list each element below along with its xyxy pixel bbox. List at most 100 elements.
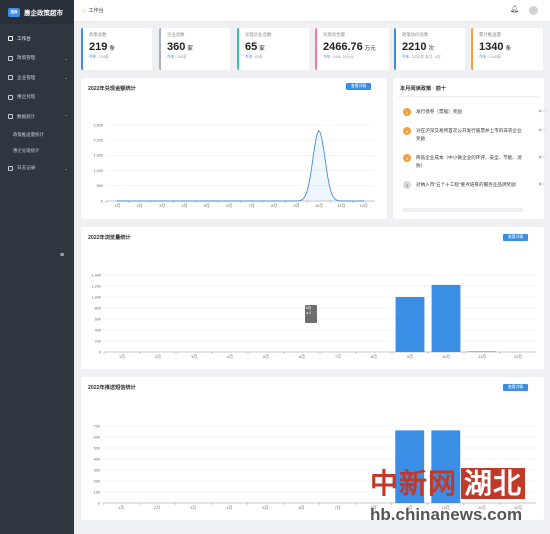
- chevron-up-icon: ⌃: [64, 114, 68, 120]
- x-tick-label: 5月: [263, 354, 269, 359]
- ranking-item[interactable]: 4 对纳入市"五个十工程"重点培育的服务业品牌奖励 ◉ 1: [403, 181, 545, 189]
- brand[interactable]: 招商 惠企政策超市: [0, 0, 74, 24]
- y-tick-label: 400: [94, 457, 100, 461]
- data-point: [139, 200, 141, 202]
- policy-title: 降低企业成本（中小微企业的环评、安全、节能、消防）: [416, 155, 522, 168]
- x-tick-label: 9月: [407, 354, 413, 359]
- y-tick-label: 0: [98, 501, 100, 505]
- x-tick-label: 9月: [294, 203, 300, 208]
- sidebar-item-label: 企业管理: [17, 74, 36, 80]
- x-tick-label: 4月: [227, 354, 233, 359]
- sidebar-item-label: 数据统计: [17, 113, 36, 119]
- policy-title: 发行债券（票据）奖励: [416, 109, 462, 114]
- x-tick-label: 3月: [190, 505, 196, 510]
- stat-value: 219 条: [89, 41, 115, 53]
- amount-area-chart: 0 500 1,000 1,500 2,000 2,500 1月 2月 3月 4月 5月 6月 7月 8月…: [93, 123, 375, 208]
- sidebar-item-redeem[interactable]: 惠企兑现: [0, 88, 74, 108]
- bar: [467, 351, 497, 352]
- read-count: ◉ 1: [538, 182, 546, 186]
- x-tick-label: 3月: [191, 354, 197, 359]
- sidebar-subitem-redeem-stats[interactable]: 惠企兑现统计: [0, 143, 74, 159]
- x-tick-label: 10月: [315, 203, 323, 208]
- stat-card-redeem-amount[interactable]: 兑现总金额 2466.76 万元 今年: 2466.76万元: [315, 28, 389, 70]
- y-tick-label: 0: [99, 350, 101, 354]
- rank-badge: 1: [403, 108, 411, 116]
- x-tick-label: 7月: [335, 505, 341, 510]
- y-tick-label: 1,200: [91, 284, 101, 288]
- ranking-item[interactable]: 1 发行债券（票据）奖励 ◉ 1: [403, 108, 545, 116]
- y-tick-label: 800: [95, 306, 101, 310]
- sidebar-item-label: 日志记录: [17, 165, 36, 171]
- x-tick-label: 2月: [155, 354, 161, 359]
- stat-sub: 今年: 65家: [245, 55, 263, 59]
- chevron-down-icon: ⌄: [64, 75, 68, 81]
- topbar: ⌂ 工作台 🔔︎: [74, 0, 550, 22]
- policy-title: 对在沪深交易所首次公开发行股票并上市的非农企业奖励: [416, 128, 522, 141]
- sidebar-subitem-push-stats[interactable]: 政策推送量统计: [0, 127, 74, 143]
- menu-collapse-icon[interactable]: ≡: [60, 252, 64, 259]
- stat-value: 360 家: [167, 41, 193, 53]
- data-point: [228, 200, 230, 202]
- stat-card-policy-visits[interactable]: 政策访问总数 2210 次 今年: 2210次 本月: 5次: [394, 28, 465, 70]
- y-tick-label: 300: [94, 468, 100, 472]
- y-tick-label: 600: [95, 317, 101, 321]
- amount-chart-panel: 2022年兑现金额统计 查看详情 0 500 1,000 1,500 2,000 2,50…: [81, 78, 387, 219]
- sidebar: 招商 惠企政策超市 工作台 政策管理 ⌄ 企业管理 ⌄ 惠企兑现 数据统计 ⌃ …: [0, 0, 74, 534]
- rank-badge: 4: [403, 181, 411, 189]
- data-point: [273, 200, 275, 202]
- x-tick-label: 11月: [478, 354, 486, 359]
- data-point: [161, 200, 163, 202]
- stat-label: 累计推送量: [479, 32, 501, 37]
- sidebar-item-statistics[interactable]: 数据统计 ⌃: [0, 107, 74, 127]
- x-tick-label: 6月: [299, 354, 305, 359]
- y-tick-label: 1,000: [91, 295, 101, 299]
- breadcrumb: 工作台: [88, 8, 104, 14]
- data-point: [340, 200, 342, 202]
- chart-icon: [8, 114, 13, 120]
- y-tick-label: 1,400: [91, 273, 101, 277]
- ranking-item[interactable]: 2 对在沪深交易所首次公开发行股票并上市的非农企业奖励 ◉ 1: [403, 127, 545, 142]
- read-count: ◉ 1: [538, 128, 546, 132]
- stat-sub: 今年: 2466.76万元: [323, 55, 355, 59]
- avatar[interactable]: [529, 6, 538, 15]
- sidebar-item-enterprise[interactable]: 企业管理 ⌄: [0, 68, 74, 88]
- y-tick-label: 600: [94, 435, 100, 439]
- area-fill: [117, 131, 364, 201]
- sidebar-item-policy[interactable]: 政策管理 ⌄: [0, 49, 74, 69]
- sidebar-item-workbench[interactable]: 工作台: [0, 29, 74, 49]
- stat-sub: 今年: 219条: [89, 55, 109, 59]
- data-point: [295, 200, 298, 202]
- chevron-down-icon: ⌄: [64, 165, 68, 171]
- x-tick-label: 10月: [442, 354, 450, 359]
- sidebar-item-label: 惠企兑现: [17, 94, 36, 100]
- x-tick-label: 5月: [262, 505, 268, 510]
- panel-title: 本月阅读政策 · 前十: [400, 86, 447, 92]
- bell-icon[interactable]: 🔔︎: [510, 5, 519, 13]
- y-tick-label: 400: [95, 328, 101, 332]
- x-tick-label: 2月: [137, 203, 143, 208]
- building-icon: [8, 75, 13, 81]
- stat-card-push-total[interactable]: 累计推送量 1340 条 今年: 1340条: [471, 28, 543, 70]
- x-tick-label: 8月: [271, 203, 277, 208]
- ranking-item[interactable]: 3 降低企业成本（中小微企业的环评、安全、节能、消防） ◉ 1: [403, 154, 545, 169]
- stat-label: 兑现总金额: [323, 32, 345, 37]
- stat-value: 65 家: [245, 41, 265, 53]
- stat-card-redeemed-enterprises[interactable]: 兑现企业总数 65 家 今年: 65家: [237, 28, 309, 70]
- stat-card-enterprises[interactable]: 企业总数 360 家 今年: 360家: [159, 28, 230, 70]
- home-icon[interactable]: ⌂: [82, 8, 86, 14]
- rank-badge: 2: [403, 127, 411, 135]
- x-tick-label: 12月: [514, 354, 522, 359]
- y-tick-label: 500: [94, 446, 100, 450]
- stat-card-policies[interactable]: 政策总数 219 条 今年: 219条: [81, 28, 152, 70]
- x-tick-label: 6月: [298, 505, 304, 510]
- x-tick-label: 1月: [119, 354, 125, 359]
- stat-sub: 今年: 360家: [167, 55, 187, 59]
- y-tick-label: 1,500: [93, 154, 103, 158]
- sidebar-item-logs[interactable]: 日志记录 ⌄: [0, 159, 74, 179]
- x-tick-label: 4月: [181, 203, 187, 208]
- stat-value: 2210 次: [402, 41, 434, 53]
- policy-title: 对纳入市"五个十工程"重点培育的服务业品牌奖励: [416, 182, 516, 187]
- sidebar-item-label: 政策管理: [17, 55, 36, 61]
- y-tick-label: 0: [101, 199, 103, 203]
- cash-icon: [8, 94, 13, 100]
